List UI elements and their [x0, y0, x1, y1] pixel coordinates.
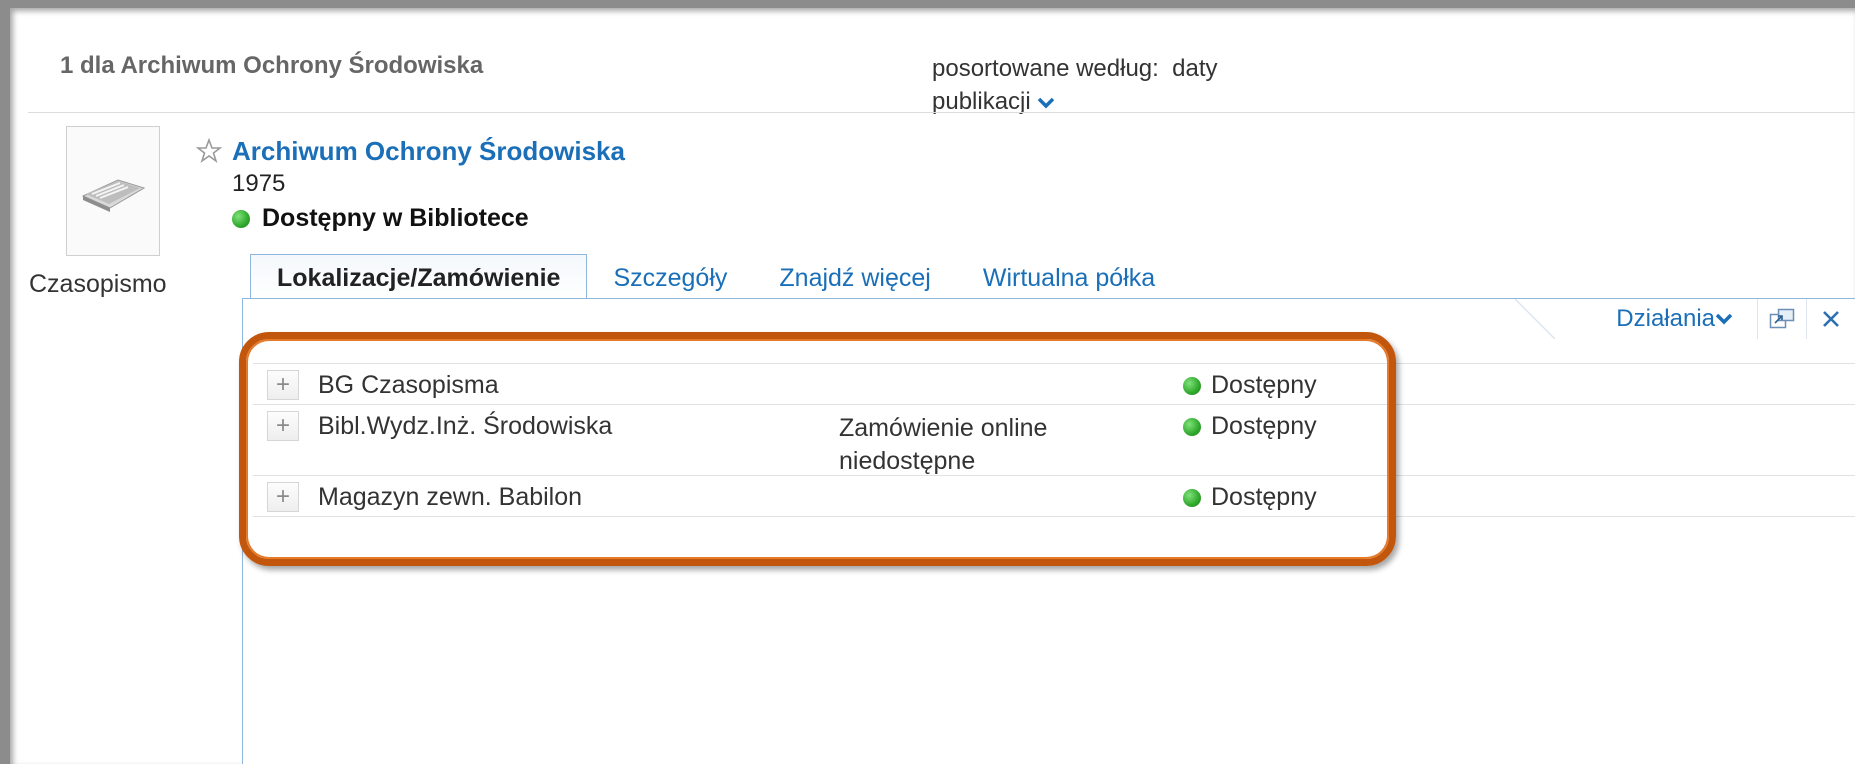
expand-button[interactable]: +	[267, 482, 299, 512]
expand-button[interactable]: +	[267, 370, 299, 400]
close-button[interactable]	[1806, 299, 1855, 339]
plus-icon: +	[275, 371, 290, 398]
toolbar-divider	[1515, 299, 1555, 339]
availability-text: Dostępny w Bibliotece	[262, 204, 529, 232]
location-status: Dostępny	[1183, 412, 1317, 441]
record-thumbnail[interactable]	[66, 126, 160, 256]
results-count: 1 dla Archiwum Ochrony Środowiska	[60, 52, 484, 79]
location-status-text: Dostępny	[1211, 371, 1317, 399]
available-status-icon	[232, 209, 250, 228]
location-name: BG Czasopisma	[318, 371, 499, 399]
popout-button[interactable]	[1757, 299, 1806, 339]
expand-button[interactable]: +	[267, 411, 299, 441]
location-name: Magazyn zewn. Babilon	[318, 483, 583, 511]
record-tabs: Lokalizacje/Zamówienie Szczegóły Znajdź …	[250, 254, 1181, 300]
tab-virtual-shelf[interactable]: Wirtualna półka	[957, 258, 1181, 300]
tab-details[interactable]: Szczegóły	[587, 258, 753, 300]
record-title-link[interactable]: Archiwum Ochrony Środowiska	[232, 136, 625, 167]
record-year: 1975	[232, 170, 286, 197]
actions-label: Działania	[1616, 305, 1715, 332]
location-status-text: Dostępny	[1211, 483, 1317, 511]
plus-icon: +	[275, 483, 290, 510]
chevron-down-icon	[1715, 313, 1733, 325]
sort-label: posortowane według:	[932, 55, 1159, 82]
tab-find-more[interactable]: Znajdź więcej	[753, 258, 956, 300]
available-status-icon	[1183, 488, 1201, 507]
location-status-text: Dostępny	[1211, 412, 1317, 440]
popout-icon	[1769, 308, 1795, 329]
location-status: Dostępny	[1183, 483, 1317, 512]
location-note: Zamówienie online niedostępne	[839, 414, 1048, 475]
panel-toolbar: Działania	[1515, 299, 1855, 339]
available-status-icon	[1183, 376, 1201, 395]
location-status: Dostępny	[1183, 371, 1317, 400]
record-type: Czasopismo	[29, 270, 167, 298]
locations-panel: Działania + BG Czasopisma Dostępny + Bib…	[242, 298, 1855, 764]
tab-locations[interactable]: Lokalizacje/Zamówienie	[250, 254, 588, 300]
available-status-icon	[1183, 417, 1201, 436]
location-row[interactable]: + BG Czasopisma Dostępny	[253, 364, 1855, 405]
chevron-down-icon	[1037, 97, 1054, 109]
sort-control: posortowane według: daty publikacji	[932, 52, 1292, 118]
results-frame: 1 dla Archiwum Ochrony Środowiska posort…	[10, 8, 1855, 764]
locations-list: + BG Czasopisma Dostępny + Bibl.Wydz.Inż…	[253, 363, 1855, 517]
plus-icon: +	[275, 412, 290, 439]
location-row[interactable]: + Magazyn zewn. Babilon Dostępny	[253, 476, 1855, 517]
record-availability: Dostępny w Bibliotece	[232, 204, 529, 233]
actions-menu[interactable]: Działania	[1616, 305, 1733, 333]
star-icon[interactable]	[196, 138, 222, 164]
header-divider	[28, 112, 1855, 113]
location-name: Bibl.Wydz.Inż. Środowiska	[318, 412, 613, 440]
journal-icon	[81, 179, 146, 212]
close-icon	[1823, 311, 1839, 327]
location-row[interactable]: + Bibl.Wydz.Inż. Środowiska Zamówienie o…	[253, 405, 1855, 476]
